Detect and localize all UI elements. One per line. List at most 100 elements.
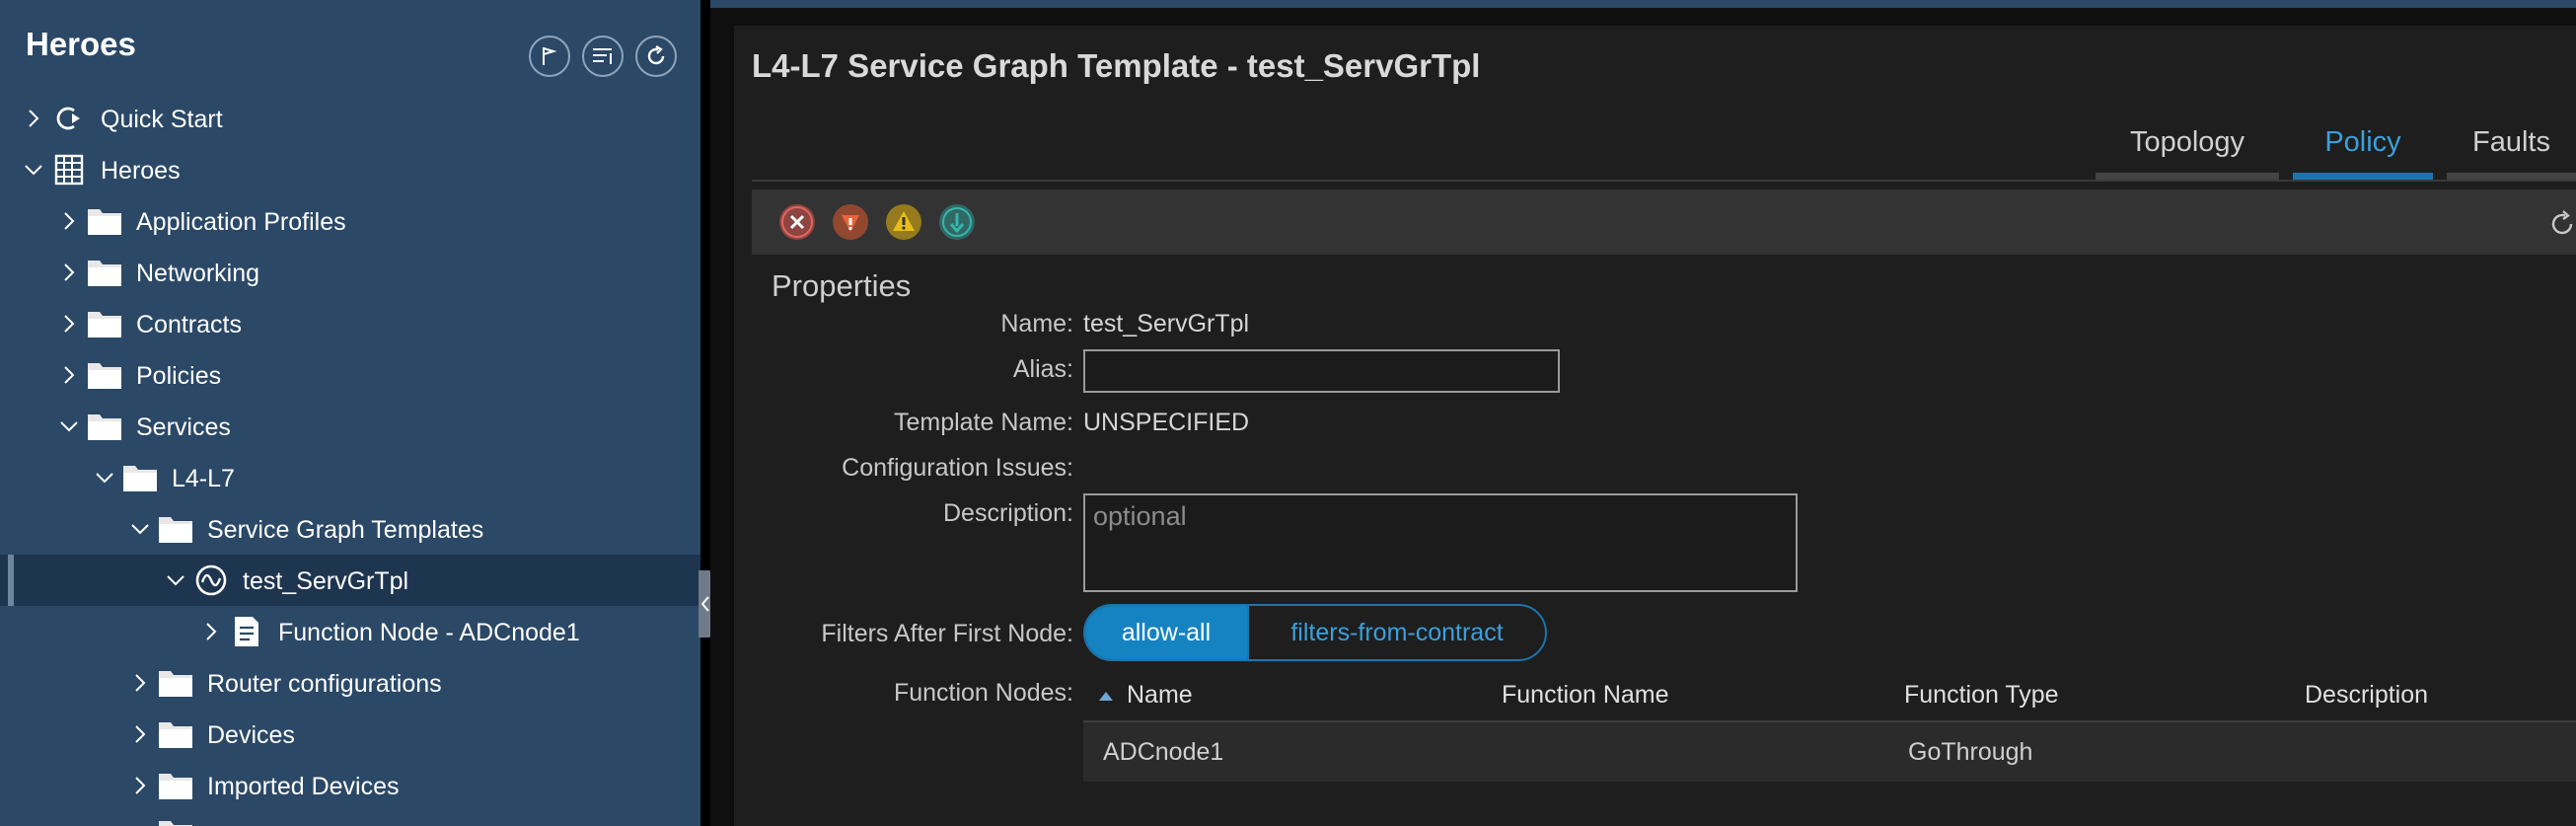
tab-policy[interactable]: Policy (2293, 126, 2433, 180)
page-title: L4-L7 Service Graph Template - test_Serv… (752, 47, 1481, 84)
tree-item-label: Function Node - ADCnode1 (278, 619, 580, 646)
template-name-value: UNSPECIFIED (1083, 409, 1250, 436)
tree-item-services[interactable]: Services (0, 401, 700, 452)
tree-item-label: Heroes (101, 157, 181, 185)
cell-name: ADCnode1 (1103, 738, 1224, 766)
column-header-name[interactable]: Name (1127, 681, 1193, 710)
folder-icon (87, 308, 122, 339)
tree-item-label: Service Graph Templates (207, 516, 484, 544)
refresh-icon (647, 45, 665, 65)
chevron-down-icon[interactable] (126, 515, 154, 543)
alias-input[interactable] (1083, 349, 1560, 393)
tabs-divider (752, 180, 2576, 182)
chevron-right-icon[interactable] (55, 310, 83, 338)
tree-item-networking[interactable]: Networking (0, 247, 700, 298)
chevron-right-icon[interactable] (55, 361, 83, 389)
quick-start-icon (51, 103, 87, 134)
tab-faults[interactable]: Faults (2447, 126, 2576, 180)
tree-item-application-profiles[interactable]: Application Profiles (0, 195, 700, 247)
fault-toolbar (752, 189, 2576, 255)
building-icon (51, 154, 87, 186)
tree-item-imported-devices[interactable]: Imported Devices (0, 760, 700, 811)
tree-item-service-graph-templates[interactable]: Service Graph Templates (0, 503, 700, 555)
cell-function-type: GoThrough (1908, 738, 2033, 766)
tree-item-policies[interactable]: Policies (0, 349, 700, 401)
chevron-right-icon[interactable] (55, 259, 83, 286)
tab-underline (2293, 173, 2433, 180)
description-label: Description: (943, 499, 1073, 527)
tree-item-label: test_ServGrTpl (243, 567, 409, 595)
sidebar-title: Heroes (26, 26, 136, 62)
folder-icon (158, 513, 193, 545)
minor-fault-icon[interactable] (884, 202, 923, 242)
folder-icon (158, 667, 193, 699)
folder-icon (122, 462, 158, 493)
tree-item-label: Services (136, 413, 231, 441)
folder-icon (87, 205, 122, 237)
tree-item-contracts[interactable]: Contracts (0, 298, 700, 349)
chevron-right-icon[interactable] (55, 207, 83, 235)
pane-divider[interactable] (700, 0, 710, 826)
tree-item-label: L4-L7 (172, 465, 235, 492)
warning-fault-icon[interactable] (937, 202, 977, 242)
tree-item-devices[interactable]: Devices (0, 709, 700, 760)
chevron-left-icon (700, 596, 709, 612)
tab-label: Topology (2129, 126, 2245, 158)
tree-item-router-configurations[interactable]: Router configurations (0, 657, 700, 709)
flag-icon (543, 47, 557, 65)
critical-fault-icon[interactable] (777, 202, 817, 242)
collapse-all-button[interactable] (582, 36, 624, 77)
tree-item-function-node-adcnode1[interactable]: Function Node - ADCnode1 (0, 606, 700, 657)
template-name-label: Template Name: (893, 409, 1073, 436)
filters-after-first-node-label: Filters After First Node: (821, 620, 1073, 647)
major-fault-icon[interactable] (831, 202, 870, 242)
alias-label: Alias: (1012, 355, 1073, 383)
column-header-function-name[interactable]: Function Name (1502, 681, 1669, 710)
top-strip (710, 0, 2576, 8)
filter-option-allow-all[interactable]: allow-all (1085, 606, 1247, 659)
chevron-down-icon[interactable] (20, 156, 47, 184)
tree-item-label: Policies (136, 362, 222, 390)
tree-item-heroes[interactable]: Heroes (0, 144, 700, 195)
chevron-down-icon[interactable] (55, 413, 83, 440)
chevron-right-icon[interactable] (20, 105, 47, 132)
folder-icon (87, 257, 122, 288)
refresh-icon[interactable] (2547, 209, 2576, 239)
tab-topology[interactable]: Topology (2096, 126, 2279, 180)
filter-option-filters-from-contract[interactable]: filters-from-contract (1247, 606, 1545, 659)
folder-icon (87, 359, 122, 391)
chevron-right-icon[interactable] (197, 618, 225, 645)
name-value: test_ServGrTpl (1083, 310, 1250, 338)
tree-item-label: Router configurations (207, 670, 442, 698)
tab-label: Policy (2324, 126, 2401, 158)
chevron-right-icon[interactable] (126, 669, 154, 697)
chevron-down-icon[interactable] (162, 566, 189, 594)
tab-underline (2447, 173, 2576, 180)
column-header-function-type[interactable]: Function Type (1904, 681, 2059, 710)
tree-item-label: Contracts (136, 311, 242, 338)
description-textarea[interactable] (1083, 493, 1798, 592)
column-header-description[interactable]: Description (2305, 681, 2428, 710)
tab-underline (2096, 173, 2279, 180)
navigation-sidebar: Heroes Quick Start Heroes Application Pr… (0, 0, 700, 826)
service-graph-icon (193, 564, 229, 596)
tree-item-label: Quick Start (101, 106, 223, 133)
folder-icon (87, 411, 122, 442)
tree-item-l4-l7[interactable]: L4-L7 (0, 452, 700, 503)
document-icon (229, 616, 264, 647)
table-row[interactable] (1083, 722, 2576, 782)
tree-item-test-servgrtpl[interactable]: test_ServGrTpl (0, 555, 700, 606)
tree-item-label: Imported Devices (207, 773, 400, 800)
folder-icon (158, 770, 193, 801)
list-collapse-icon (593, 48, 612, 64)
function-nodes-label: Function Nodes: (893, 679, 1073, 707)
tree-item-quick-start[interactable]: Quick Start (0, 93, 700, 144)
tab-label: Faults (2472, 126, 2550, 158)
chevron-down-icon[interactable] (91, 464, 118, 491)
chevron-right-icon[interactable] (126, 720, 154, 748)
name-label: Name: (1000, 310, 1073, 338)
refresh-tree-button[interactable] (635, 36, 677, 77)
jump-to-location-button[interactable] (529, 36, 570, 77)
sort-ascending-icon[interactable] (1097, 689, 1115, 703)
chevron-right-icon[interactable] (126, 772, 154, 799)
